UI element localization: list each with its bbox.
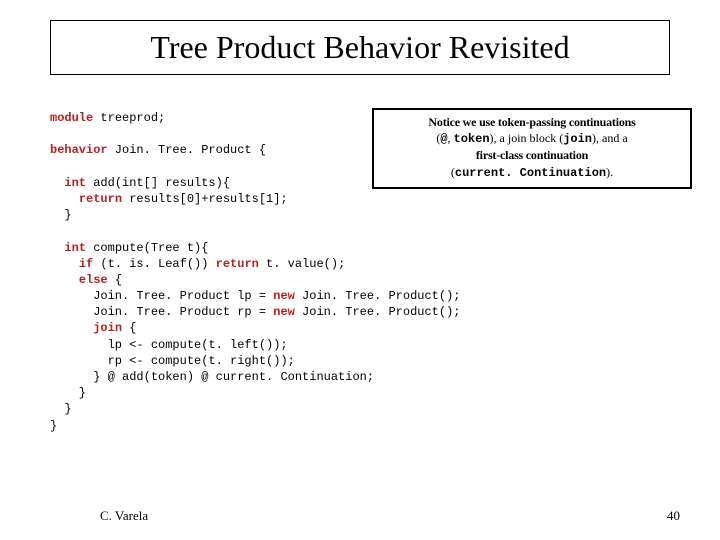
kw-return: return	[216, 257, 259, 271]
kw-new: new	[273, 289, 295, 303]
kw-behavior: behavior	[50, 143, 108, 157]
footer-page-number: 40	[667, 508, 680, 524]
kw-int: int	[64, 241, 86, 255]
kw-if: if	[79, 257, 93, 271]
code-block: module treeprod; behavior Join. Tree. Pr…	[50, 110, 670, 434]
kw-int: int	[64, 176, 86, 190]
footer-author: C. Varela	[100, 508, 148, 524]
kw-return: return	[79, 192, 122, 206]
kw-join: join	[93, 321, 122, 335]
slide-title: Tree Product Behavior Revisited	[50, 20, 670, 75]
title-text: Tree Product Behavior Revisited	[150, 29, 569, 65]
kw-module: module	[50, 111, 93, 125]
kw-new: new	[273, 305, 295, 319]
kw-else: else	[79, 273, 108, 287]
